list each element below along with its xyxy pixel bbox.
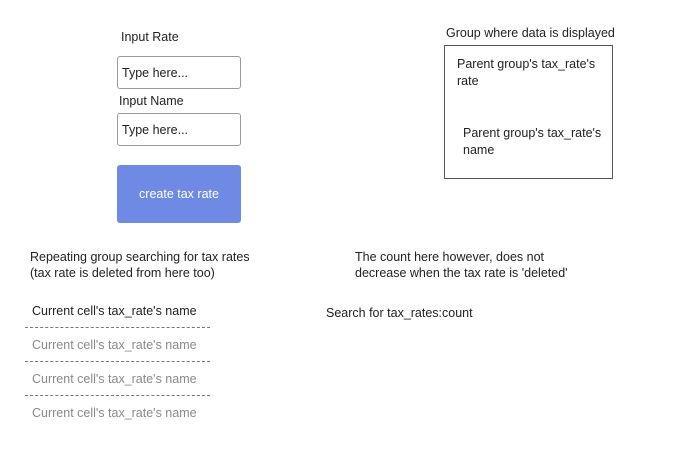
- repeating-group-caption-line2: (tax rate is deleted from here too): [30, 266, 215, 280]
- list-item: Current cell's tax_rate's name: [25, 328, 210, 362]
- rate-input[interactable]: [117, 56, 241, 89]
- list-item: Current cell's tax_rate's name: [32, 406, 197, 420]
- count-text: Search for tax_rates:count: [326, 306, 473, 320]
- list-item: Current cell's tax_rate's name: [25, 294, 210, 328]
- count-note-line2: decrease when the tax rate is 'deleted': [355, 266, 568, 280]
- input-name-label: Input Name: [119, 94, 184, 108]
- display-group: Parent group's tax_rate's rate Parent gr…: [444, 45, 613, 179]
- input-rate-label: Input Rate: [121, 30, 179, 44]
- display-group-caption: Group where data is displayed: [446, 26, 615, 40]
- group-name-text: Parent group's tax_rate's name: [463, 126, 602, 157]
- list-item: Current cell's tax_rate's name: [25, 362, 210, 396]
- create-tax-rate-button[interactable]: create tax rate: [117, 165, 241, 223]
- name-input[interactable]: [117, 113, 241, 146]
- group-rate-text: Parent group's tax_rate's rate: [457, 57, 596, 88]
- count-note-line1: The count here however, does not: [355, 250, 545, 264]
- repeating-group-caption-line1: Repeating group searching for tax rates: [30, 250, 250, 264]
